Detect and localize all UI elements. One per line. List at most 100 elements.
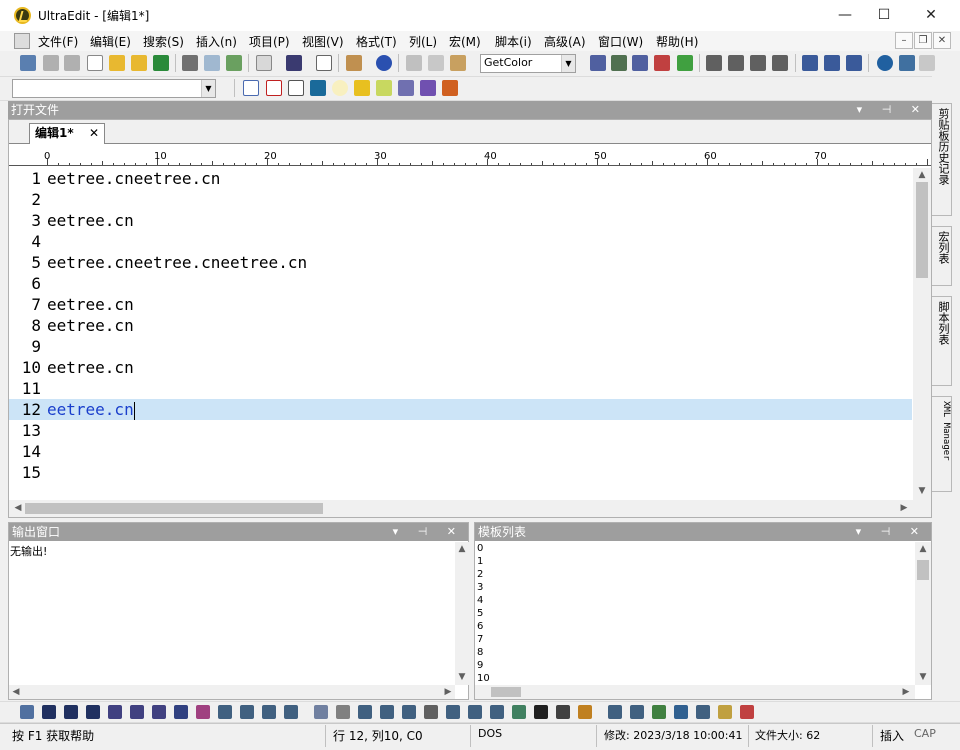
menu-item-10[interactable]: 高级(A) <box>544 33 586 50</box>
align-left-icon[interactable] <box>218 705 232 719</box>
scroll-left-icon[interactable]: ◀ <box>9 685 23 699</box>
lightbulb-icon[interactable] <box>332 80 348 96</box>
scroll-up-icon[interactable]: ▲ <box>915 168 929 182</box>
menu-item-9[interactable]: 脚本(i) <box>495 33 532 50</box>
editor-area[interactable]: 编辑1* ✕ 0 10 20 30 40 50 60 70 1 eetree.cneetree.… <box>8 119 932 518</box>
output-horizontal-scrollbar[interactable]: ◀ ▶ <box>9 685 455 699</box>
back-icon[interactable] <box>43 55 59 71</box>
horizontal-scroll-thumb[interactable] <box>25 503 323 514</box>
forward-icon[interactable] <box>64 55 80 71</box>
delete-icon[interactable] <box>740 705 754 719</box>
code-line[interactable]: 10 eetree.cn <box>9 357 912 378</box>
chevron-down-icon[interactable]: ▼ <box>201 80 215 97</box>
image-icon[interactable] <box>512 705 526 719</box>
macro-combo[interactable]: GetColor ▼ <box>480 54 576 73</box>
align-left-icon[interactable] <box>706 55 722 71</box>
flow-icon[interactable] <box>420 80 436 96</box>
menu-item-8[interactable]: 宏(M) <box>449 33 481 50</box>
menu-item-11[interactable]: 窗口(W) <box>598 33 643 50</box>
cut-icon[interactable] <box>406 55 422 71</box>
document-tab[interactable]: 编辑1* ✕ <box>29 123 105 144</box>
php-icon[interactable] <box>398 80 414 96</box>
web-icon[interactable] <box>877 55 893 71</box>
anchor-icon[interactable] <box>534 705 548 719</box>
scroll-right-icon[interactable]: ▶ <box>441 685 455 699</box>
paste-icon[interactable] <box>450 55 466 71</box>
tab-close-icon[interactable]: ✕ <box>89 124 99 143</box>
google-search-icon[interactable] <box>243 80 259 96</box>
status-insert-mode[interactable]: 插入 <box>880 727 904 744</box>
browser-icon[interactable] <box>376 55 392 71</box>
document-icon[interactable] <box>14 33 30 49</box>
align-right-icon[interactable] <box>262 705 276 719</box>
spellcheck-icon[interactable] <box>226 55 242 71</box>
code-line[interactable]: 4 <box>9 231 912 252</box>
scroll-up-icon[interactable]: ▲ <box>916 542 930 556</box>
line-text[interactable]: eetree.cneetree.cn <box>47 168 220 189</box>
template-item[interactable]: 6 <box>477 621 483 632</box>
template-item[interactable]: 2 <box>477 569 483 580</box>
template-item[interactable]: 4 <box>477 595 483 606</box>
line-text[interactable]: eetree.cn <box>47 357 134 378</box>
status-line-ending[interactable]: DOS <box>478 727 502 740</box>
button-icon[interactable] <box>424 705 438 719</box>
merge-icon[interactable] <box>652 705 666 719</box>
template-item[interactable]: 9 <box>477 660 483 671</box>
template-vertical-scrollbar[interactable]: ▲ ▼ <box>915 542 931 685</box>
align-center-icon[interactable] <box>728 55 744 71</box>
code-line[interactable]: 11 <box>9 378 912 399</box>
template-item[interactable]: 8 <box>477 647 483 658</box>
horizontal-scroll-thumb[interactable] <box>491 687 521 697</box>
menu-item-12[interactable]: 帮助(H) <box>656 33 698 50</box>
code-line[interactable]: 14 <box>9 441 912 462</box>
scroll-down-icon[interactable]: ▼ <box>916 670 930 684</box>
code-line[interactable]: 12 eetree.cn <box>9 399 912 420</box>
mdi-minimize-button[interactable]: – <box>895 32 913 49</box>
line-text[interactable]: eetree.cn <box>47 315 134 336</box>
cascade-windows-icon[interactable] <box>846 55 862 71</box>
side-tab-1[interactable]: 宏列表 <box>932 226 952 286</box>
spell-icon[interactable] <box>578 705 592 719</box>
wizard-icon[interactable] <box>718 705 732 719</box>
code-line[interactable]: 13 <box>9 420 912 441</box>
font-icon[interactable] <box>174 705 188 719</box>
code-line[interactable]: 1 eetree.cneetree.cn <box>9 168 912 189</box>
split-horizontal-icon[interactable] <box>802 55 818 71</box>
template-item[interactable]: 3 <box>477 582 483 593</box>
code-line[interactable]: 9 <box>9 336 912 357</box>
find-icon[interactable] <box>590 55 606 71</box>
side-tab-2[interactable]: 脚本列表 <box>932 296 952 386</box>
print-preview-icon[interactable] <box>204 55 220 71</box>
line-text[interactable]: eetree.cn <box>47 399 134 420</box>
menu-item-0[interactable]: 文件(F) <box>38 33 78 50</box>
radio-icon[interactable] <box>468 705 482 719</box>
scroll-thumb[interactable] <box>916 182 928 278</box>
font-color-icon[interactable] <box>196 705 210 719</box>
link-icon[interactable] <box>556 705 570 719</box>
scroll-down-icon[interactable]: ▼ <box>915 484 929 498</box>
template-list[interactable]: 0 1 2 3 4 5 6 7 8 9 10 <box>477 543 907 683</box>
id-icon[interactable] <box>674 705 688 719</box>
cells-icon[interactable] <box>630 705 644 719</box>
menu-item-3[interactable]: 插入(n) <box>196 33 237 50</box>
chevron-down-icon[interactable]: ▼ <box>561 55 575 72</box>
password-icon[interactable] <box>402 705 416 719</box>
menu-item-5[interactable]: 视图(V) <box>302 33 344 50</box>
table-icon[interactable] <box>608 705 622 719</box>
align-justify-icon[interactable] <box>284 705 298 719</box>
select-icon[interactable] <box>490 705 504 719</box>
code-line[interactable]: 2 <box>9 189 912 210</box>
numbers-icon[interactable] <box>696 705 710 719</box>
italic-icon[interactable] <box>64 705 78 719</box>
template-item[interactable]: 5 <box>477 608 483 619</box>
side-tab-0[interactable]: 剪贴板历史记录 <box>932 103 952 216</box>
output-panel-controls[interactable]: ▾ ⊣ ✕ <box>393 523 464 541</box>
hr-icon[interactable] <box>336 705 350 719</box>
align-center-icon[interactable] <box>240 705 254 719</box>
word-wrap-icon[interactable] <box>256 55 272 71</box>
code-line[interactable]: 3 eetree.cn <box>9 210 912 231</box>
wikipedia-search-icon[interactable] <box>288 80 304 96</box>
menu-item-2[interactable]: 搜索(S) <box>143 33 184 50</box>
code-line[interactable]: 8 eetree.cn <box>9 315 912 336</box>
template-item[interactable]: 1 <box>477 556 483 567</box>
